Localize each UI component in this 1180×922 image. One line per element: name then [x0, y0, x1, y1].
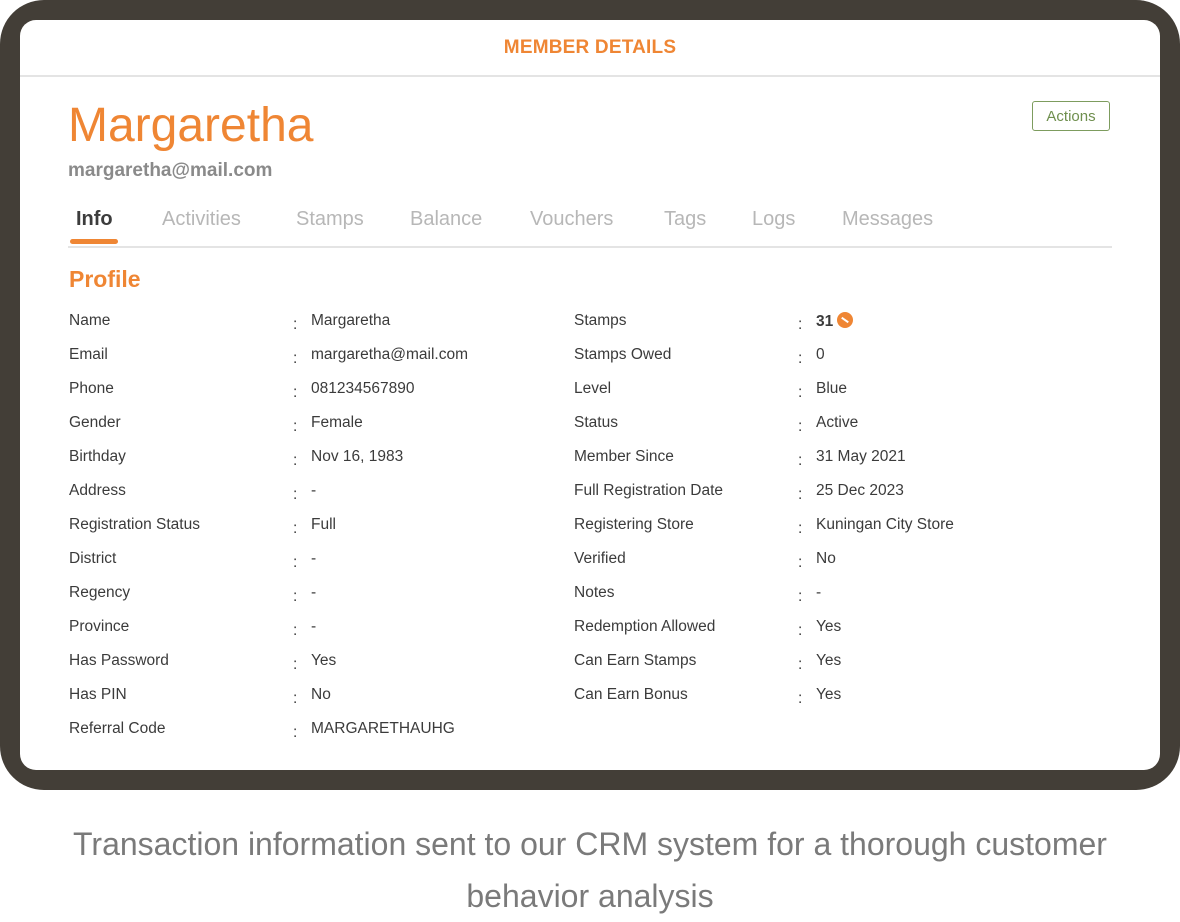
separator: :	[798, 622, 803, 639]
active-tab-indicator	[70, 239, 118, 244]
stamps-count: 31	[816, 313, 834, 330]
tab-bar: Info Activities Stamps Balance Vouchers …	[68, 208, 1112, 248]
field-label: Can Earn Bonus	[574, 686, 688, 703]
tab-stamps[interactable]: Stamps	[296, 208, 364, 231]
separator: :	[798, 350, 803, 367]
field-value: No	[311, 686, 331, 703]
field-label: Verified	[574, 550, 626, 567]
member-details-screen: MEMBER DETAILS Margaretha margaretha@mai…	[20, 20, 1160, 770]
separator: :	[293, 554, 298, 571]
separator: :	[798, 520, 803, 537]
device-frame: MEMBER DETAILS Margaretha margaretha@mai…	[0, 0, 1180, 790]
separator: :	[798, 384, 803, 401]
field-value: Yes	[816, 686, 842, 703]
field-label: Stamps	[574, 312, 627, 329]
field-label: Level	[574, 380, 612, 397]
tab-activities[interactable]: Activities	[162, 208, 241, 231]
field-value: 25 Dec 2023	[816, 482, 904, 499]
field-value: Kuningan City Store	[816, 516, 954, 533]
field-value: -	[311, 550, 317, 567]
separator: :	[798, 690, 803, 707]
member-name: Margaretha	[68, 99, 314, 152]
separator: :	[798, 656, 803, 673]
field-value: 31	[816, 312, 854, 331]
separator: :	[798, 554, 803, 571]
field-value: Yes	[816, 618, 842, 635]
field-value: Female	[311, 414, 363, 431]
tab-logs[interactable]: Logs	[752, 208, 795, 231]
field-value: Active	[816, 414, 859, 431]
field-label: Referral Code	[69, 720, 166, 737]
member-email: margaretha@mail.com	[68, 160, 273, 181]
field-label: Has PIN	[69, 686, 127, 703]
field-label: Birthday	[69, 448, 126, 465]
tab-vouchers[interactable]: Vouchers	[530, 208, 613, 231]
field-label: Can Earn Stamps	[574, 652, 697, 669]
separator: :	[293, 690, 298, 707]
field-label: Notes	[574, 584, 615, 601]
separator: :	[293, 350, 298, 367]
field-label: Has Password	[69, 652, 169, 669]
field-value: -	[311, 584, 317, 601]
field-value: -	[311, 618, 317, 635]
field-label: Name	[69, 312, 111, 329]
field-label: Phone	[69, 380, 114, 397]
separator: :	[293, 452, 298, 469]
field-value: margaretha@mail.com	[311, 346, 469, 363]
separator: :	[293, 724, 298, 741]
field-label: Member Since	[574, 448, 674, 465]
tab-messages[interactable]: Messages	[842, 208, 933, 231]
separator: :	[293, 656, 298, 673]
field-value: Yes	[816, 652, 842, 669]
tab-info[interactable]: Info	[76, 208, 113, 231]
field-value: No	[816, 550, 836, 567]
profile-section-title: Profile	[69, 266, 141, 292]
separator: :	[798, 486, 803, 503]
separator: :	[293, 418, 298, 435]
stamp-icon	[837, 312, 854, 328]
separator: :	[293, 316, 298, 333]
field-label: Registering Store	[574, 516, 694, 533]
field-label: District	[69, 550, 117, 567]
caption-text: Transaction information sent to our CRM …	[73, 826, 1107, 914]
field-value: MARGARETHAUHG	[311, 720, 455, 737]
field-value: Full	[311, 516, 336, 533]
field-label: Address	[69, 482, 126, 499]
separator: :	[798, 588, 803, 605]
separator: :	[293, 622, 298, 639]
field-value: 0	[816, 346, 825, 363]
field-value: 081234567890	[311, 380, 415, 397]
field-label: Redemption Allowed	[574, 618, 716, 635]
separator: :	[293, 588, 298, 605]
actions-button[interactable]: Actions	[1032, 101, 1110, 131]
field-label: Registration Status	[69, 516, 200, 533]
separator: :	[798, 316, 803, 333]
field-value: -	[311, 482, 317, 499]
tab-balance[interactable]: Balance	[410, 208, 482, 231]
field-label: Stamps Owed	[574, 346, 672, 363]
field-label: Gender	[69, 414, 121, 431]
page-title: MEMBER DETAILS	[503, 36, 677, 58]
field-value: -	[816, 584, 822, 601]
field-label: Email	[69, 346, 108, 363]
top-bar: MEMBER DETAILS	[20, 20, 1160, 77]
field-label: Province	[69, 618, 130, 635]
field-label: Full Registration Date	[574, 482, 724, 499]
field-label: Regency	[69, 584, 131, 601]
field-value: Nov 16, 1983	[311, 448, 404, 465]
field-value: 31 May 2021	[816, 448, 906, 465]
separator: :	[798, 418, 803, 435]
field-value: Margaretha	[311, 312, 391, 329]
separator: :	[293, 384, 298, 401]
tab-tags[interactable]: Tags	[664, 208, 706, 231]
field-label: Status	[574, 414, 618, 431]
separator: :	[293, 486, 298, 503]
separator: :	[293, 520, 298, 537]
field-value: Blue	[816, 380, 848, 397]
field-value: Yes	[311, 652, 337, 669]
separator: :	[798, 452, 803, 469]
